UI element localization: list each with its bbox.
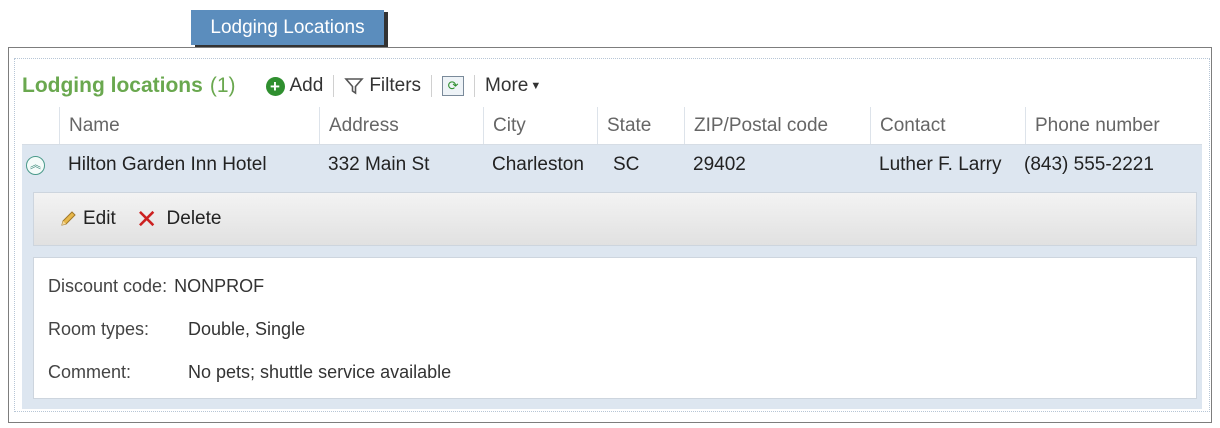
comment-value: No pets; shuttle service available	[188, 362, 452, 382]
toolbar-divider	[474, 75, 476, 97]
more-label: More	[485, 75, 529, 96]
delete-label: Delete	[166, 208, 222, 229]
list-count: (1)	[209, 74, 236, 97]
add-label: Add	[289, 75, 324, 96]
tab-label: Lodging Locations	[210, 16, 365, 38]
column-header-phone[interactable]: Phone number	[1025, 107, 1202, 144]
toolbar-divider	[333, 75, 335, 97]
discount-value: NONPROF	[174, 276, 265, 296]
cell-zip: 29402	[693, 153, 746, 175]
column-header-contact[interactable]: Contact	[870, 107, 1025, 144]
room-types-value: Double, Single	[188, 319, 306, 339]
more-button[interactable]: More ▼	[485, 75, 541, 97]
delete-x-icon: ✕	[135, 204, 158, 234]
column-header-state[interactable]: State	[597, 107, 684, 144]
detail-info: Discount code: NONPROF Room types: Doubl…	[33, 257, 1197, 399]
column-header-city[interactable]: City	[483, 107, 597, 144]
add-icon: +	[265, 76, 285, 96]
cell-state: SC	[613, 153, 640, 175]
grid-header: Name Address City State ZIP/Postal code …	[22, 107, 1202, 145]
filters-button[interactable]: Filters	[344, 75, 421, 97]
collapse-icon[interactable]: ︽	[26, 156, 45, 175]
cell-contact: Luther F. Larry	[879, 153, 1002, 175]
add-button[interactable]: + Add	[265, 75, 324, 97]
filter-icon	[344, 78, 365, 95]
list-title: Lodging locations	[22, 74, 203, 97]
room-types-label: Room types:	[48, 319, 150, 339]
cell-name: Hilton Garden Inn Hotel	[68, 153, 267, 175]
cell-city: Charleston	[492, 153, 584, 175]
edit-button[interactable]: Edit	[59, 208, 116, 230]
table-row[interactable]: ︽ Hilton Garden Inn Hotel 332 Main St Ch…	[22, 145, 1202, 184]
discount-row: Discount code: NONPROF	[48, 276, 264, 297]
room-types-row: Room types: Double, Single	[48, 319, 305, 340]
row-action-bar: Edit ✕ Delete	[33, 192, 1197, 246]
list-toolbar: Lodging locations (1) + Add Filters ⟳ Mo…	[22, 70, 541, 102]
refresh-button[interactable]: ⟳	[442, 76, 465, 96]
filters-label: Filters	[369, 75, 422, 96]
cell-address: 332 Main St	[328, 153, 430, 175]
column-header-address[interactable]: Address	[319, 107, 483, 144]
cell-phone: (843) 555-2221	[1024, 153, 1154, 175]
refresh-icon: ⟳	[442, 76, 465, 96]
pencil-icon	[61, 211, 76, 226]
delete-button[interactable]: ✕ Delete	[136, 206, 222, 232]
edit-label: Edit	[83, 208, 116, 229]
toolbar-divider	[431, 75, 433, 97]
column-header-name[interactable]: Name	[59, 107, 319, 144]
comment-row: Comment: No pets; shuttle service availa…	[48, 362, 451, 383]
chevron-down-icon: ▼	[530, 80, 542, 92]
discount-label: Discount code:	[48, 276, 168, 296]
comment-label: Comment:	[48, 362, 132, 382]
tab-lodging-locations[interactable]: Lodging Locations	[191, 10, 384, 45]
column-header-zip[interactable]: ZIP/Postal code	[684, 107, 870, 144]
